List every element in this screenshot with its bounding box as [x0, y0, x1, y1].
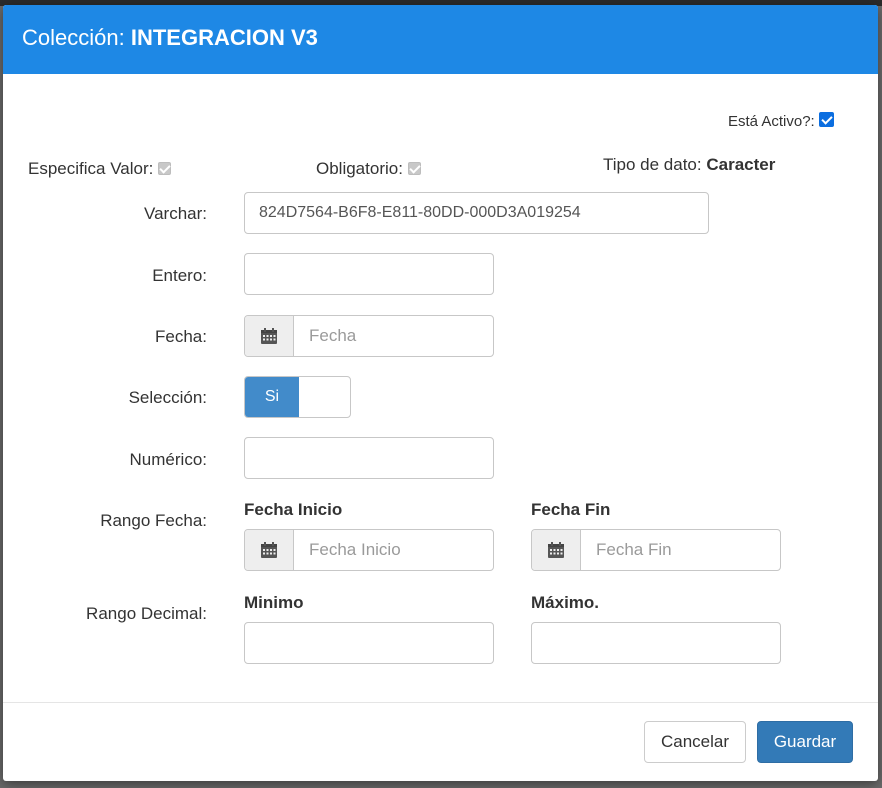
varchar-label: Varchar: — [144, 204, 207, 223]
minimo-input[interactable] — [244, 622, 494, 664]
fecha-label: Fecha: — [155, 327, 207, 346]
numerico-input[interactable] — [244, 437, 494, 479]
rango-decimal-label: Rango Decimal: — [86, 604, 207, 623]
specifies-value-checkbox — [158, 162, 172, 175]
maximo-label: Máximo. — [531, 593, 600, 612]
fecha-inicio-calendar-button[interactable] — [245, 530, 294, 570]
fecha-fin-input-group[interactable]: Fecha Fin — [531, 529, 781, 571]
mandatory-flag: Obligatorio: — [316, 159, 421, 179]
seleccion-toggle[interactable]: Si — [244, 376, 351, 418]
entero-input[interactable] — [244, 253, 494, 295]
save-button[interactable]: Guardar — [757, 721, 853, 763]
fecha-fin-label: Fecha Fin — [531, 500, 611, 519]
modal-title-prefix: Colección: — [22, 25, 125, 50]
active-checkbox[interactable] — [818, 112, 834, 127]
entero-label: Entero: — [152, 266, 207, 285]
seleccion-toggle-on[interactable]: Si — [245, 377, 299, 417]
minimo-label: Minimo — [244, 593, 304, 612]
mandatory-checkbox — [407, 162, 421, 175]
data-type-label: Tipo de dato: — [603, 155, 702, 174]
active-flag: Está Activo?: — [728, 112, 834, 130]
data-type: Tipo de dato: Caracter — [603, 155, 775, 175]
fecha-input-group[interactable]: Fecha — [244, 315, 494, 357]
specifies-value-flag: Especifica Valor: — [28, 159, 172, 179]
calendar-icon — [261, 542, 277, 558]
data-type-value: Caracter — [706, 155, 776, 174]
fecha-calendar-button[interactable] — [245, 316, 294, 356]
varchar-input[interactable]: 824D7564-B6F8-E811-80DD-000D3A019254 — [244, 192, 709, 234]
fecha-inicio-input[interactable]: Fecha Inicio — [294, 530, 493, 570]
fecha-fin-calendar-button[interactable] — [532, 530, 581, 570]
collection-modal: Colección: INTEGRACION V3 Está Activo?: … — [3, 5, 878, 781]
collection-name: INTEGRACION V3 — [130, 25, 318, 50]
numerico-label: Numérico: — [129, 450, 207, 469]
maximo-input[interactable] — [531, 622, 781, 664]
fecha-inicio-input-group[interactable]: Fecha Inicio — [244, 529, 494, 571]
cancel-button[interactable]: Cancelar — [644, 721, 746, 763]
active-label: Está Activo?: — [728, 113, 815, 130]
fecha-fin-input[interactable]: Fecha Fin — [581, 530, 780, 570]
specifies-value-label: Especifica Valor: — [28, 159, 154, 178]
modal-header: Colección: INTEGRACION V3 — [3, 5, 878, 74]
calendar-icon — [261, 328, 277, 344]
mandatory-label: Obligatorio: — [316, 159, 403, 178]
seleccion-label: Selección: — [128, 388, 207, 407]
footer-divider — [3, 702, 878, 703]
fecha-input[interactable]: Fecha — [294, 316, 493, 356]
calendar-icon — [548, 542, 564, 558]
rango-fecha-label: Rango Fecha: — [100, 511, 207, 530]
fecha-inicio-label: Fecha Inicio — [244, 500, 343, 519]
